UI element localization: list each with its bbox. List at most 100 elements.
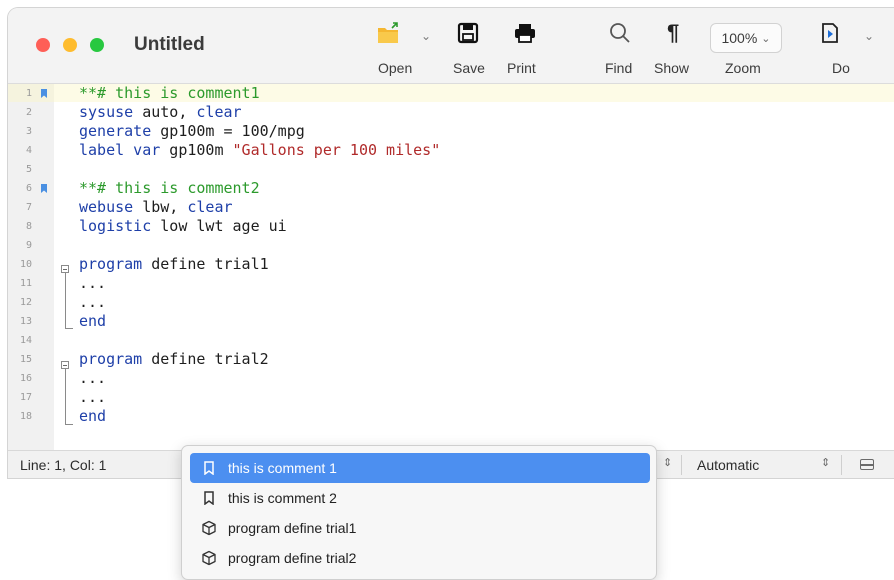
divider [841,455,842,475]
line-number: 6 [25,183,32,194]
code-line: webuse lbw, clear [79,198,233,216]
line-number: 7 [25,202,32,213]
fold-end-marker [65,424,73,425]
bookmark-icon [201,460,217,476]
keyword: program [79,255,143,273]
updown-chevron-icon[interactable]: ⇕ [821,456,830,469]
zoom-select[interactable]: 100% ⌄ [710,23,782,53]
divider [681,455,682,475]
code-line: end [79,407,107,425]
fold-guide [65,369,66,424]
find-label: Find [605,60,633,76]
show-label: Show [654,60,690,76]
printer-icon [513,22,537,49]
menu-item-label: program define trial1 [228,520,357,536]
menu-item-program-trial2[interactable]: program define trial2 [190,543,650,573]
code-editor[interactable]: 1 2 3 4 5 6 7 8 9 10 11 12 13 14 15 16 1… [8,84,894,450]
code-line: ... [79,369,107,387]
zoom-label: Zoom [725,60,761,76]
code-line: logistic low lwt age ui [79,217,287,235]
fold-toggle-icon[interactable] [61,361,69,369]
bookmark-icon [201,490,217,506]
fold-toggle-icon[interactable] [61,265,69,273]
line-number: 18 [19,411,32,422]
keyword: label var [79,141,161,159]
do-options-dropdown[interactable]: ⌄ [864,29,874,43]
code-line: program define trial1 [79,255,269,273]
code-text: lbw, [133,198,188,216]
keyword: clear [187,198,233,216]
line-number: 17 [19,392,32,403]
code-line: sysuse auto, clear [79,103,242,121]
line-number: 10 [19,259,32,270]
code-text: gp100m = 100/mpg [151,122,305,140]
magnifier-icon [609,22,631,49]
open-recent-dropdown[interactable]: ⌄ [421,29,431,43]
line-number: 5 [25,164,32,175]
fold-end-marker [65,328,73,329]
open-label: Open [378,60,413,76]
code-line: ... [79,293,107,311]
line-number: 15 [19,354,32,365]
string-literal: "Gallons per 100 miles" [232,141,441,159]
code-line: **# this is comment2 [79,179,260,197]
encoding-select[interactable]: Automatic [697,457,759,473]
do-file-editor-window: Untitled Open ⌄ Save Print Find ¶ Show 1… [8,8,894,478]
code-text: define trial1 [142,255,269,273]
code-text: auto, [133,103,197,121]
code-line: generate gp100m = 100/mpg [79,122,305,140]
cursor-position: Line: 1, Col: 1 [20,457,107,473]
code-line: ... [79,274,107,292]
keyword: clear [196,103,242,121]
do-label: Do [832,60,850,76]
line-number: 13 [19,316,32,327]
pilcrow-icon: ¶ [667,20,680,45]
code-line: program define trial2 [79,350,269,368]
fold-guide [65,273,66,328]
zoom-value: 100% [721,30,758,46]
print-label: Print [507,60,536,76]
menu-item-comment-2[interactable]: this is comment 2 [190,483,650,513]
line-number: 3 [25,126,32,137]
code-text: gp100m [160,141,233,159]
keyword: sysuse [79,103,134,121]
line-number: 11 [19,278,32,289]
menu-item-comment-1[interactable]: this is comment 1 [190,453,650,483]
updown-chevron-icon[interactable]: ⇕ [663,456,672,469]
menu-item-label: this is comment 1 [228,460,337,476]
line-number: 9 [25,240,32,251]
menu-item-label: this is comment 2 [228,490,337,506]
line-number: 4 [25,145,32,156]
menu-item-program-trial1[interactable]: program define trial1 [190,513,650,543]
code-line: ... [79,388,107,406]
keyword: program [79,350,143,368]
keyword: webuse [79,198,134,216]
zoom-window-button[interactable] [90,38,104,52]
chevron-down-icon: ⌄ [761,32,771,45]
execute-icon [820,22,840,49]
code-line: end [79,312,107,330]
window-title: Untitled [134,34,205,55]
keyword: logistic [79,217,152,235]
line-number: 8 [25,221,32,232]
minimize-window-button[interactable] [63,38,77,52]
keyword: generate [79,122,152,140]
close-window-button[interactable] [36,38,50,52]
cube-icon [201,520,217,536]
line-number: 12 [19,297,32,308]
save-label: Save [453,60,485,76]
cube-icon [201,550,217,566]
line-number: 16 [19,373,32,384]
code-line: label var gp100m "Gallons per 100 miles" [79,141,440,159]
code-line: **# this is comment1 [79,84,260,102]
line-number: 14 [19,335,32,346]
title-bar: Untitled Open ⌄ Save Print Find ¶ Show 1… [8,8,894,84]
bookmark-navigation-menu: this is comment 1 this is comment 2 prog… [181,445,657,580]
code-text: define trial2 [142,350,269,368]
split-panel-icon[interactable] [860,459,874,470]
folder-icon [376,22,402,51]
line-number: 1 [25,88,32,99]
floppy-disk-icon [457,22,479,49]
menu-item-label: program define trial2 [228,550,357,566]
line-number: 2 [25,107,32,118]
